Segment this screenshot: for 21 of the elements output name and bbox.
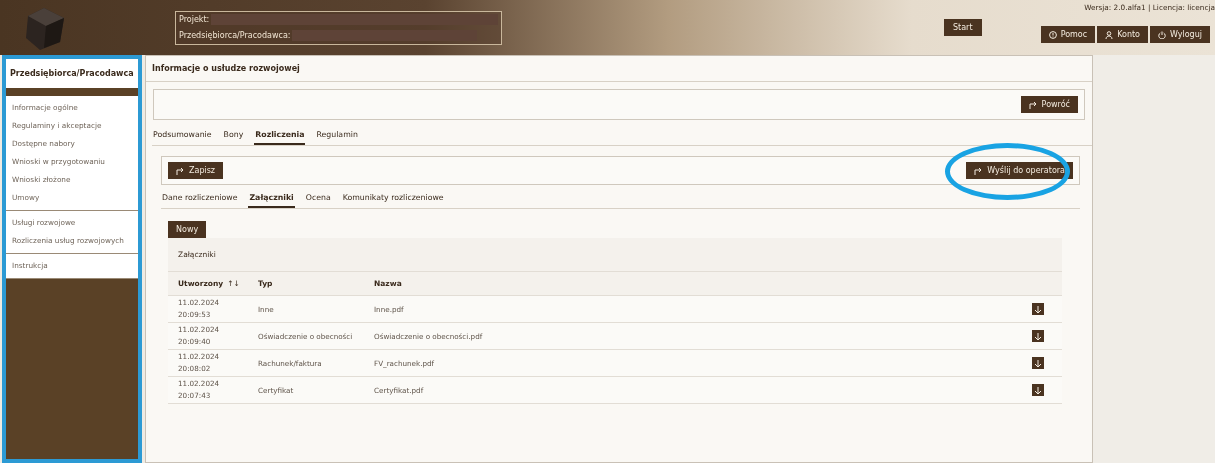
header-action-button[interactable]: Wyloguj [1150,26,1210,43]
page-title: Informacje o usłudze rozwojowej [146,56,1092,82]
download-button[interactable] [1032,330,1044,342]
download-button[interactable] [1032,303,1044,315]
header-action-button[interactable]: Pomoc [1040,26,1096,43]
user-icon [1105,30,1114,39]
redirect-arrow-icon [1028,100,1038,109]
send-button[interactable]: Wyślij do operatora [966,162,1073,179]
redirect-arrow-icon [974,166,984,175]
project-label: Projekt: [179,15,210,24]
new-button[interactable]: Nowy [168,221,207,238]
info-icon [1048,30,1057,39]
download-button[interactable] [1032,357,1044,369]
download-button[interactable] [1032,384,1044,396]
save-button[interactable]: Zapisz [168,162,224,179]
back-button[interactable]: Powróć [1020,96,1078,113]
redirect-arrow-icon [176,166,185,175]
employer-label: Przedsiębiorca/Pracodawca: [179,31,291,40]
header-action-button[interactable]: Konto [1097,26,1148,43]
start-button[interactable]: Start [944,19,982,36]
power-icon [1158,30,1166,39]
